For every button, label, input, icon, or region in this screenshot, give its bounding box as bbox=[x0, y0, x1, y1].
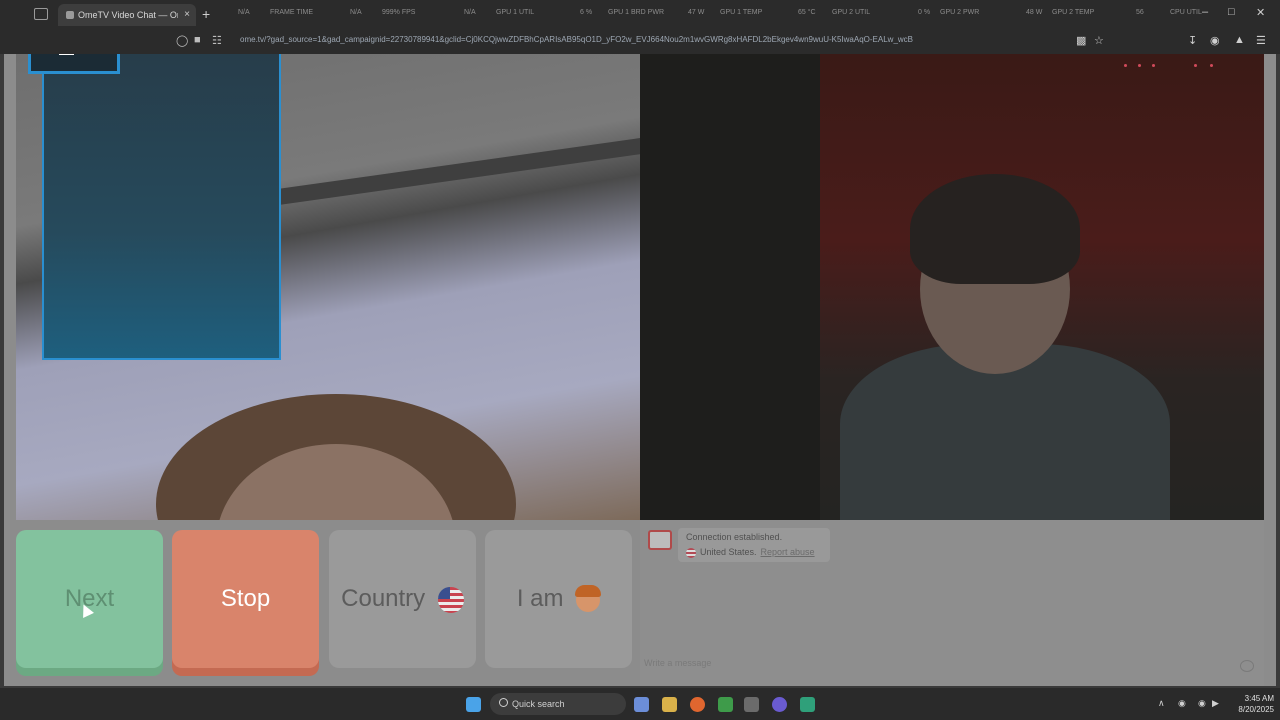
video-scene bbox=[266, 137, 640, 207]
counter-value: 0 bbox=[79, 54, 93, 57]
perf-label: GPU 1 UTIL bbox=[496, 9, 535, 16]
favicon-icon bbox=[66, 11, 74, 19]
connection-status: Connection established. bbox=[686, 532, 783, 542]
partner-country: United States. bbox=[700, 547, 757, 557]
report-abuse-link[interactable]: Report abuse bbox=[761, 547, 815, 557]
tab-close-icon[interactable]: × bbox=[184, 4, 190, 26]
stop-label: Stop bbox=[220, 585, 271, 612]
clock-date: 8/20/2025 bbox=[1238, 705, 1274, 714]
perf-label: 56 bbox=[1136, 9, 1144, 16]
self-camera-preview[interactable] bbox=[42, 54, 281, 360]
gender-button[interactable]: I am bbox=[485, 530, 632, 668]
permissions-icon[interactable]: ☷ bbox=[212, 34, 222, 47]
url-text[interactable]: ome.tv/?gad_source=1&gad_campaignid=2273… bbox=[240, 35, 1070, 47]
video-scene bbox=[910, 174, 1080, 284]
country-label: Country bbox=[341, 585, 426, 612]
clock-time: 3:45 AM bbox=[1244, 694, 1274, 703]
address-bar[interactable]: ◯ ■ ☷ ome.tv/?gad_source=1&gad_campaigni… bbox=[0, 30, 1280, 52]
iam-label: I am bbox=[516, 585, 564, 612]
us-flag-icon bbox=[686, 547, 696, 558]
search-box[interactable]: Quick search bbox=[490, 693, 626, 715]
boy-emoji-icon bbox=[575, 584, 602, 612]
tab-ometv[interactable]: OmeTV Video Chat — Om… × bbox=[58, 4, 196, 26]
microphone-icon[interactable]: ◉ bbox=[1178, 698, 1186, 709]
search-label: Quick search bbox=[512, 699, 565, 709]
wifi-icon[interactable]: ◉ bbox=[1198, 698, 1206, 709]
download-icon[interactable]: ↧ bbox=[1188, 34, 1197, 47]
windows-start-icon[interactable] bbox=[466, 697, 481, 712]
ometv-logo-icon bbox=[648, 530, 672, 550]
taskbar: Quick search ∧ ◉ ◉ ▶ 3:45 AM 8/20/2025 bbox=[0, 688, 1280, 720]
perf-label: 6 % bbox=[580, 9, 593, 16]
menu-icon[interactable]: ☰ bbox=[1256, 34, 1266, 47]
tray-chevron-icon[interactable]: ∧ bbox=[1158, 698, 1165, 709]
system-message: Connection established. United States. Re… bbox=[678, 528, 830, 562]
account-icon[interactable]: ◉ bbox=[1210, 34, 1220, 47]
system-clock[interactable]: 3:45 AM 8/20/2025 bbox=[1226, 693, 1274, 715]
search-icon bbox=[499, 698, 508, 707]
volume-icon[interactable]: ▶ bbox=[1212, 698, 1219, 709]
perf-label: GPU 2 UTIL bbox=[832, 9, 871, 16]
lock-icon[interactable]: ■ bbox=[194, 34, 201, 46]
stop-button[interactable]: Stop bbox=[172, 530, 319, 668]
picture-in-picture-icon[interactable]: ▩ bbox=[1076, 34, 1086, 47]
video-scene bbox=[640, 54, 820, 520]
country-button[interactable]: Country bbox=[329, 530, 476, 668]
firefox-icon[interactable] bbox=[690, 697, 705, 712]
perf-label: GPU 2 TEMP bbox=[1052, 9, 1095, 16]
remote-video-left: 0 bbox=[16, 54, 640, 520]
window-close-icon[interactable]: ✕ bbox=[1256, 6, 1265, 19]
perf-label: CPU UTIL bbox=[1170, 9, 1202, 16]
perf-label: GPU 1 BRD PWR bbox=[608, 9, 665, 16]
ometv-page: 0 Next Stop Country I am Connection esta… bbox=[4, 54, 1276, 686]
minimize-icon[interactable]: – bbox=[1202, 6, 1208, 18]
perf-label: GPU 2 PWR bbox=[940, 9, 980, 16]
chat-input[interactable]: Write a message bbox=[644, 658, 1244, 674]
partner-country-line: United States. Report abuse bbox=[686, 547, 815, 558]
perf-label: N/A bbox=[350, 9, 362, 16]
copilot-icon[interactable] bbox=[634, 697, 649, 712]
tab-strip: OmeTV Video Chat — Om… × + N/A FRAME TIM… bbox=[0, 0, 1280, 28]
remote-video-right bbox=[640, 54, 1264, 520]
perf-label: N/A bbox=[464, 9, 476, 16]
store-icon[interactable] bbox=[744, 697, 759, 712]
tab-overview-icon[interactable] bbox=[34, 8, 48, 20]
counter-badge: 0 bbox=[28, 54, 120, 74]
browser-chrome: OmeTV Video Chat — Om… × + N/A FRAME TIM… bbox=[0, 0, 1280, 54]
shield-icon[interactable]: ◯ bbox=[176, 34, 188, 47]
perf-label: 0 % bbox=[918, 9, 931, 16]
chat-panel: Connection established. United States. Re… bbox=[640, 520, 1264, 686]
maximize-icon[interactable]: □ bbox=[1228, 6, 1235, 18]
app-icon[interactable] bbox=[800, 697, 815, 712]
extensions-icon[interactable]: ▲ bbox=[1234, 34, 1245, 46]
discord-icon[interactable] bbox=[772, 697, 787, 712]
xbox-icon[interactable] bbox=[718, 697, 733, 712]
us-flag-icon bbox=[437, 586, 464, 613]
next-button[interactable]: Next bbox=[16, 530, 163, 668]
perf-label: GPU 1 TEMP bbox=[720, 9, 763, 16]
file-explorer-icon[interactable] bbox=[662, 697, 677, 712]
checkbox-icon bbox=[59, 54, 74, 55]
perf-label: 65 °C bbox=[798, 9, 816, 16]
perf-label: FRAME TIME bbox=[270, 9, 314, 16]
video-scene bbox=[1124, 64, 1224, 72]
new-tab-button[interactable]: + bbox=[202, 6, 210, 22]
perf-label: 999% FPS bbox=[382, 9, 416, 16]
tab-title: OmeTV Video Chat — Om… bbox=[78, 10, 178, 20]
perf-label: N/A bbox=[238, 9, 250, 16]
emoji-icon[interactable] bbox=[1240, 660, 1254, 672]
bookmark-star-icon[interactable]: ☆ bbox=[1094, 34, 1104, 47]
perf-label: 48 W bbox=[1026, 9, 1043, 16]
perf-label: 47 W bbox=[688, 9, 705, 16]
